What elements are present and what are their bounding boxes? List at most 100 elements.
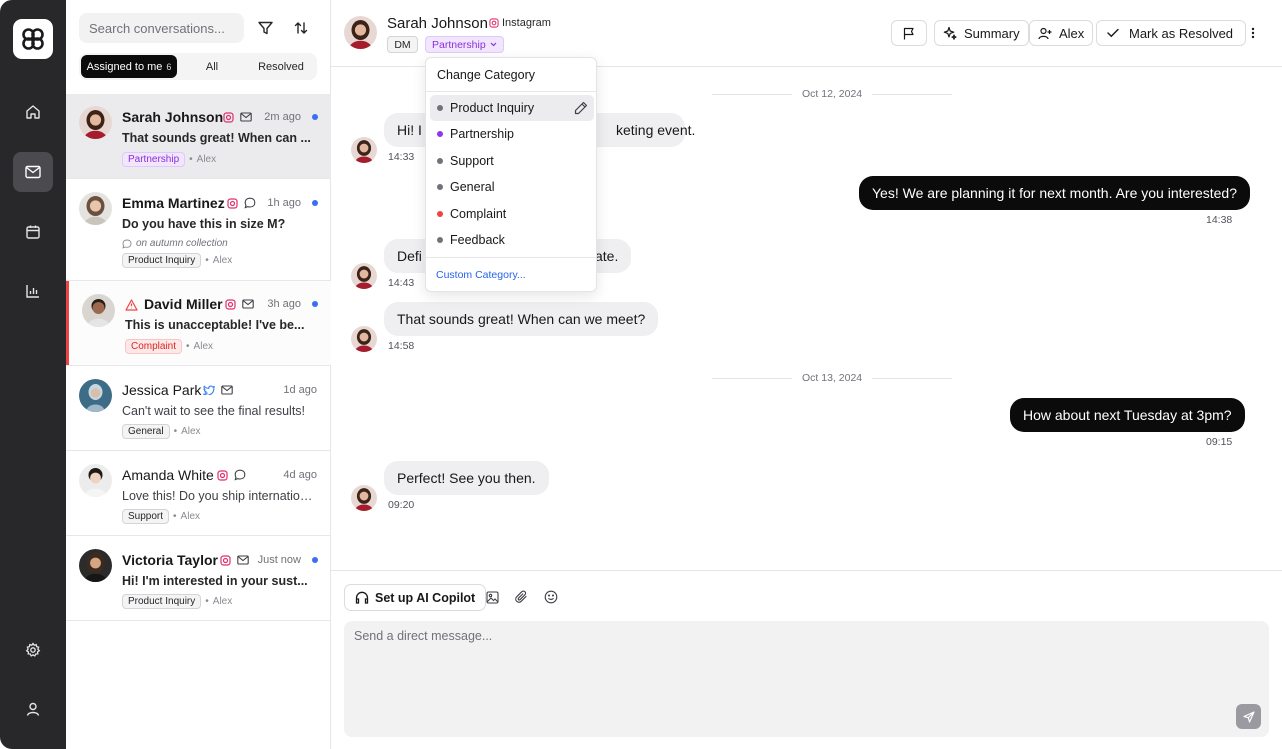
mail-icon[interactable] (13, 152, 53, 192)
more-options-icon[interactable] (1246, 24, 1260, 42)
send-icon (1242, 710, 1255, 723)
conversation-item-victoria-taylor[interactable]: Victoria Taylor Just now Hi! I'm interes… (66, 536, 331, 621)
contact-name: David Miller (144, 296, 223, 312)
category-option-product-inquiry[interactable]: Product Inquiry (430, 95, 594, 121)
message-preview: This is unacceptable! I've be... (125, 318, 305, 332)
date-divider: Oct 12, 2024 (712, 87, 953, 101)
custom-category-link[interactable]: Custom Category... (436, 269, 526, 281)
conversation-item-amanda-white[interactable]: Amanda White 4d ago Love this! Do you sh… (66, 451, 331, 536)
twitter-icon (203, 384, 215, 396)
settings-icon[interactable] (13, 630, 53, 670)
category-option-general[interactable]: General (430, 174, 594, 200)
category-option-partnership[interactable]: Partnership (430, 121, 594, 147)
avatar (82, 294, 115, 327)
assignee-label: Alex (212, 255, 233, 266)
edit-icon[interactable] (574, 101, 588, 115)
sparkle-icon (943, 26, 957, 40)
change-category-dropdown: Change Category Product Inquiry Partners… (425, 57, 597, 292)
message-bubble-outgoing: How about next Tuesday at 3pm? (1010, 398, 1245, 432)
tag-row: General • Alex (122, 424, 201, 439)
channel-label: Instagram (489, 17, 551, 29)
paperclip-icon[interactable] (513, 589, 529, 605)
category-dropdown-trigger[interactable]: Partnership (425, 36, 504, 53)
message-time: 09:20 (388, 499, 415, 511)
message-preview: That sounds great! When can ... (122, 131, 311, 145)
mark-as-resolved-button[interactable]: Mark as Resolved (1096, 20, 1247, 46)
avatar (79, 192, 112, 225)
chevron-down-icon (490, 42, 497, 47)
avatar (79, 549, 112, 582)
message-composer: Set up AI Copilot (331, 570, 1282, 749)
conversation-item-emma-martinez[interactable]: Emma Martinez 1h ago Do you have this in… (66, 179, 331, 281)
time-label: 1h ago (267, 197, 301, 209)
tab-resolved[interactable]: Resolved (247, 55, 315, 78)
dm-badge: DM (387, 36, 418, 53)
sort-icon[interactable] (290, 17, 312, 39)
category-tag: Partnership (122, 152, 186, 167)
unread-dot (312, 114, 318, 120)
contact-name: Victoria Taylor (122, 552, 218, 568)
instagram-icon (489, 18, 499, 28)
contact-name: Sarah Johnson (387, 15, 488, 32)
conversation-tabs: Assigned to me 6 All Resolved (79, 53, 317, 80)
warning-icon (125, 298, 138, 311)
time-label: Just now (257, 554, 301, 566)
search-input[interactable] (89, 20, 234, 36)
conversation-item-david-miller[interactable]: David Miller 3h ago This is unacceptable… (66, 281, 331, 366)
summary-button[interactable]: Summary (934, 20, 1029, 46)
emoji-icon[interactable] (543, 589, 559, 605)
category-option-feedback[interactable]: Feedback (430, 227, 594, 253)
chat-icon (234, 469, 246, 481)
left-rail (0, 0, 66, 749)
tag-row: Support • Alex (122, 509, 200, 524)
unread-dot (312, 301, 318, 307)
avatar (79, 464, 112, 497)
tag-row: Partnership • Alex (122, 152, 216, 167)
message-preview: Hi! I'm interested in your sust... (122, 574, 308, 588)
filter-icon[interactable] (254, 17, 276, 39)
conversation-list-panel: Assigned to me6 All Resolved Sarah Johns… (66, 0, 331, 749)
contact-name: Amanda White (122, 467, 214, 483)
instagram-icon (219, 554, 231, 566)
category-option-support[interactable]: Support (430, 148, 594, 174)
home-icon[interactable] (13, 92, 53, 132)
setup-ai-copilot-button[interactable]: Set up AI Copilot (344, 584, 487, 611)
message-time: 14:38 (1206, 214, 1233, 226)
chart-icon[interactable] (13, 271, 53, 311)
app-logo[interactable] (13, 19, 53, 59)
message-avatar (351, 485, 377, 511)
chat-icon (244, 197, 256, 209)
assign-button[interactable]: Alex (1029, 20, 1094, 46)
date-divider: Oct 13, 2024 (712, 371, 953, 385)
search-box[interactable] (79, 13, 244, 43)
message-bubble-outgoing: Yes! We are planning it for next month. … (859, 176, 1250, 210)
tag-row: Product Inquiry • Alex (122, 594, 232, 609)
contact-avatar[interactable] (344, 16, 377, 49)
time-label: 3h ago (267, 298, 301, 310)
tab-all[interactable]: All (177, 55, 247, 78)
conversation-item-sarah-johnson[interactable]: Sarah Johnson 2m ago That sounds great! … (66, 94, 331, 179)
image-icon[interactable] (484, 589, 500, 605)
unread-dot (312, 557, 318, 563)
assignee-label: Alex (212, 596, 233, 607)
conversation-note: on autumn collection (122, 238, 228, 249)
calendar-icon[interactable] (13, 212, 53, 252)
tag-row: Product Inquiry • Alex (122, 253, 232, 268)
message-avatar (351, 137, 377, 163)
flag-icon (903, 27, 914, 39)
category-option-complaint[interactable]: Complaint (430, 201, 594, 227)
time-label: 4d ago (283, 469, 317, 481)
conversation-item-jessica-park[interactable]: Jessica Park 1d ago Can't wait to see th… (66, 366, 331, 451)
message-preview: Love this! Do you ship internationa... (122, 489, 317, 503)
tab-assigned-to-me[interactable]: Assigned to me 6 (81, 55, 177, 78)
dropdown-title: Change Category (437, 68, 535, 82)
instagram-icon (216, 469, 228, 481)
flag-button[interactable] (891, 20, 927, 46)
category-tag: Product Inquiry (122, 253, 202, 268)
message-input-area (344, 621, 1269, 737)
user-icon[interactable] (13, 689, 53, 729)
message-input[interactable] (344, 621, 1269, 737)
assignee-label: Alex (181, 426, 201, 437)
category-tag: Product Inquiry (122, 594, 202, 609)
send-button[interactable] (1236, 704, 1261, 729)
